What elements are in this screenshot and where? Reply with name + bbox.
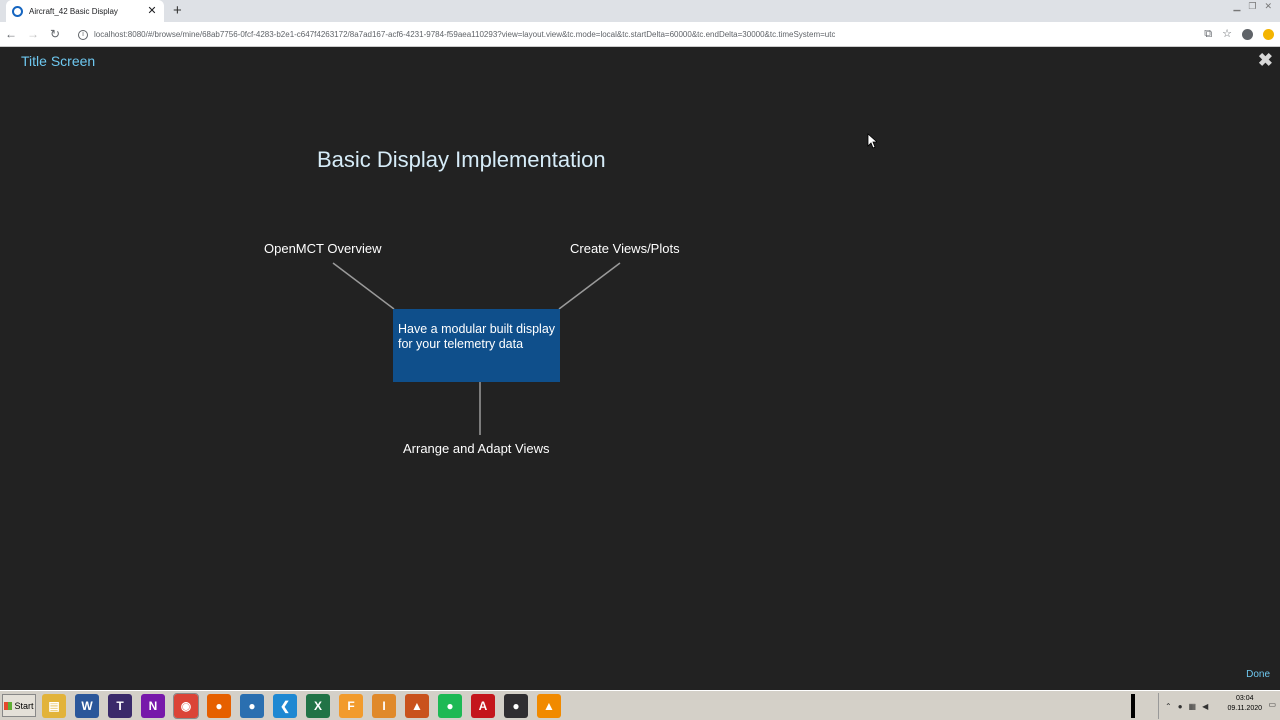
network-icon[interactable]: ▦ xyxy=(1189,702,1197,711)
center-node[interactable]: Have a modular built display for your te… xyxy=(393,309,560,382)
windows-logo-icon xyxy=(4,701,13,710)
back-icon[interactable]: ← xyxy=(0,27,22,41)
chrome-icon[interactable]: ◉ xyxy=(173,693,199,719)
toolbar-actions: ⧉ ☆ xyxy=(1204,27,1274,41)
tray-app-icon[interactable]: ● xyxy=(1178,702,1183,711)
openmct-favicon-icon xyxy=(12,5,23,17)
tab-close-icon[interactable]: ✕ xyxy=(146,5,158,17)
start-button[interactable]: Start xyxy=(2,694,36,717)
window-controls: ▁ ❐ ✕ xyxy=(1233,1,1272,12)
acrobat-icon[interactable]: A xyxy=(471,694,495,718)
new-tab-button[interactable]: + xyxy=(173,2,182,20)
extension-icon[interactable] xyxy=(1263,28,1274,40)
node-openmct-overview[interactable]: OpenMCT Overview xyxy=(264,241,382,256)
presentation-view: Title Screen ✖ Basic Display Implementat… xyxy=(0,47,1280,690)
address-bar[interactable]: i localhost:8080/#/browse/mine/68ab7756-… xyxy=(74,25,1224,44)
word-icon[interactable]: W xyxy=(75,694,99,718)
profile-icon[interactable] xyxy=(1242,28,1253,40)
done-button[interactable]: Done xyxy=(1246,669,1270,680)
minimize-icon[interactable]: ▁ xyxy=(1233,1,1240,12)
node-arrange-adapt-views[interactable]: Arrange and Adapt Views xyxy=(403,441,549,456)
connector-top-right xyxy=(558,262,621,310)
tab-title: Aircraft_42 Basic Display xyxy=(29,6,118,16)
site-info-icon[interactable]: i xyxy=(78,29,88,40)
taskbar-divider xyxy=(1131,694,1135,718)
spotify-icon[interactable]: ● xyxy=(438,694,462,718)
tray-expand-icon[interactable]: ⌃ xyxy=(1165,702,1172,711)
url-text[interactable]: localhost:8080/#/browse/mine/68ab7756-0f… xyxy=(94,30,835,39)
clock-date: 09.11.2020 xyxy=(1227,705,1262,712)
translate-icon[interactable]: ⧉ xyxy=(1204,27,1212,41)
texmaker-icon[interactable]: T xyxy=(108,694,132,718)
app-f-icon[interactable]: F xyxy=(339,694,363,718)
matlab-icon[interactable]: ▲ xyxy=(405,694,429,718)
node-create-views-plots[interactable]: Create Views/Plots xyxy=(570,241,680,256)
browser-tab[interactable]: Aircraft_42 Basic Display ✕ xyxy=(6,0,164,22)
file-explorer-icon[interactable]: ▤ xyxy=(42,694,66,718)
vlc-icon[interactable]: ▲ xyxy=(537,694,561,718)
onenote-icon[interactable]: N xyxy=(141,694,165,718)
vscode-icon[interactable]: ❮ xyxy=(273,694,297,718)
system-clock[interactable]: 03:04 09.11.2020 xyxy=(1227,694,1262,714)
reload-icon[interactable]: ↻ xyxy=(44,27,66,41)
app-i-icon[interactable]: I xyxy=(372,694,396,718)
volume-icon[interactable]: ◀ xyxy=(1202,702,1208,711)
mouse-cursor-icon xyxy=(867,133,877,149)
os-taskbar: Start ▤ W T N ◉ ● ● ❮ X F I ▲ ● A ● ▲ ⌃ ● ▦ ◀ 03:04 09.… xyxy=(0,690,1280,720)
diagram-connectors xyxy=(332,262,621,435)
show-desktop-icon[interactable]: ▭ xyxy=(1268,700,1276,709)
obs-icon[interactable]: ● xyxy=(504,694,528,718)
taskbar-apps: ▤ W T N ◉ ● ● ❮ X F I ▲ ● A ● ▲ xyxy=(42,693,561,719)
excel-icon[interactable]: X xyxy=(306,694,330,718)
clock-time: 03:04 xyxy=(1235,695,1254,702)
restore-icon[interactable]: ❐ xyxy=(1248,1,1256,12)
forward-icon[interactable]: → xyxy=(22,27,44,41)
firefox-icon[interactable]: ● xyxy=(207,694,231,718)
browser-tab-bar: Aircraft_42 Basic Display ✕ + ▁ ❐ ✕ xyxy=(0,0,1280,22)
thunderbird-icon[interactable]: ● xyxy=(240,694,264,718)
bookmark-star-icon[interactable]: ☆ xyxy=(1222,27,1232,41)
start-label: Start xyxy=(14,700,34,711)
browser-toolbar: ← → ↻ i localhost:8080/#/browse/mine/68a… xyxy=(0,22,1280,47)
window-close-icon[interactable]: ✕ xyxy=(1264,1,1272,12)
connector-top-left xyxy=(332,262,395,310)
